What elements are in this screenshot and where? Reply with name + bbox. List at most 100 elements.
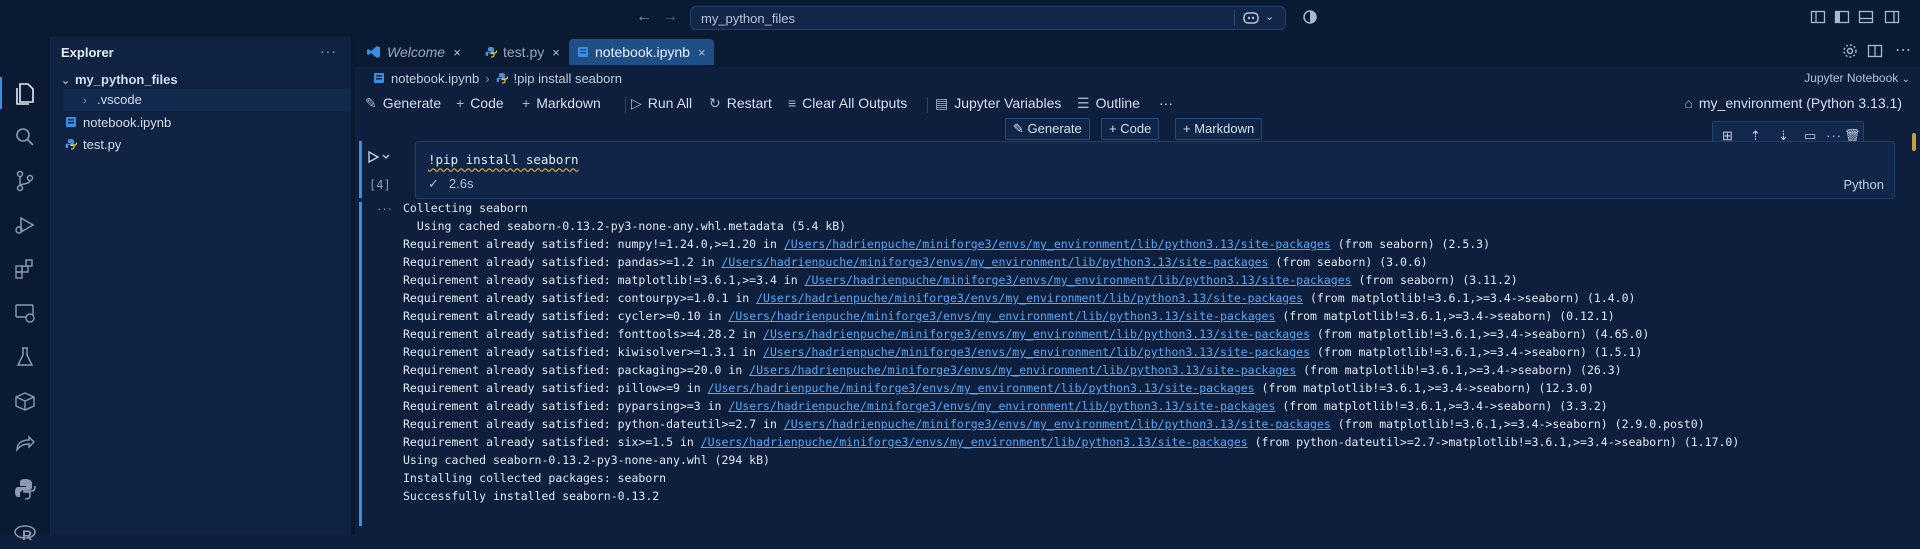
remote-explorer-icon[interactable] <box>12 300 38 326</box>
output-line: Requirement already satisfied: contourpy… <box>403 289 1903 307</box>
run-cell-icon[interactable] <box>367 150 391 164</box>
site-packages-link[interactable]: /Users/hadrienpuche/miniforge3/envs/my_e… <box>763 327 1310 341</box>
python-icon[interactable] <box>12 476 38 502</box>
tab-bar: Welcome × test.py × notebook.ipynb × ⋯ <box>355 37 1920 67</box>
plus-icon: + <box>522 95 531 111</box>
site-packages-link[interactable]: /Users/hadrienpuche/miniforge3/envs/my_e… <box>749 363 1296 377</box>
restart-button[interactable]: ↻ Restart <box>709 95 772 112</box>
search-icon[interactable] <box>12 124 38 150</box>
insert-markdown-button[interactable]: + Markdown <box>1175 118 1263 140</box>
site-packages-link[interactable]: /Users/hadrienpuche/miniforge3/envs/my_e… <box>784 417 1331 431</box>
split-editor-icon[interactable] <box>1867 43 1883 59</box>
kernel-picker[interactable]: ⌂ my_environment (Python 3.13.1) <box>1684 95 1902 111</box>
output-text: Using cached seaborn-0.13.2-py3-none-any… <box>403 453 770 467</box>
toggle-primary-sidebar-icon[interactable] <box>1834 9 1850 25</box>
source-control-icon[interactable] <box>12 168 38 194</box>
output-line: Requirement already satisfied: pyparsing… <box>403 397 1903 415</box>
generate-button[interactable]: ✎ Generate <box>365 95 441 112</box>
workspace-folder[interactable]: ⌄ my_python_files <box>61 69 178 91</box>
cell-language-button[interactable]: Python <box>1844 177 1884 192</box>
variables-button[interactable]: ▤ Jupyter Variables <box>935 95 1061 112</box>
extensions-icon[interactable] <box>12 256 38 282</box>
containers-icon[interactable] <box>12 388 38 414</box>
gear-icon[interactable] <box>1842 43 1858 59</box>
site-packages-link[interactable]: /Users/hadrienpuche/miniforge3/envs/my_e… <box>708 381 1255 395</box>
site-packages-link[interactable]: /Users/hadrienpuche/miniforge3/envs/my_e… <box>701 435 1248 449</box>
testing-icon[interactable] <box>12 344 38 370</box>
copilot-icon[interactable] <box>1243 11 1259 25</box>
output-text: Successfully installed seaborn-0.13.2 <box>403 489 660 503</box>
notebook-type-label[interactable]: Jupyter Notebook ⌄ <box>1804 71 1910 85</box>
live-share-icon[interactable] <box>12 432 38 458</box>
customize-layout-icon[interactable] <box>1810 9 1826 25</box>
code-text: !pip install seaborn <box>428 152 579 167</box>
output-text: Using cached seaborn-0.13.2-py3-none-any… <box>403 219 847 233</box>
breadcrumb-cell[interactable]: !pip install seaborn <box>514 71 622 86</box>
more-actions-icon[interactable]: ⋯ <box>1895 40 1911 60</box>
tree-item-label: .vscode <box>97 92 142 107</box>
chevron-down-icon[interactable]: ⌄ <box>1265 10 1274 23</box>
tree-item-notebook[interactable]: notebook.ipynb <box>65 112 171 134</box>
forward-arrow-icon[interactable]: → <box>662 8 678 26</box>
site-packages-link[interactable]: /Users/hadrienpuche/miniforge3/envs/my_e… <box>728 399 1275 413</box>
chevron-down-icon: ⌄ <box>1901 74 1910 85</box>
output-line: Requirement already satisfied: pillow>=9… <box>403 379 1903 397</box>
output-line: Successfully installed seaborn-0.13.2 <box>403 487 1903 505</box>
site-packages-link[interactable]: /Users/hadrienpuche/miniforge3/envs/my_e… <box>722 255 1269 269</box>
scrollbar-marker[interactable] <box>1912 133 1916 151</box>
site-packages-link[interactable]: /Users/hadrienpuche/miniforge3/envs/my_e… <box>763 345 1310 359</box>
insert-code-button[interactable]: + Code <box>1101 118 1160 140</box>
site-packages-link[interactable]: /Users/hadrienpuche/miniforge3/envs/my_e… <box>784 237 1331 251</box>
close-icon[interactable]: × <box>698 45 706 60</box>
close-icon[interactable]: × <box>552 45 560 60</box>
tree-item-test-py[interactable]: test.py <box>65 134 121 156</box>
back-arrow-icon[interactable]: ← <box>636 8 652 26</box>
cell-focus-indicator <box>359 141 362 198</box>
outline-button[interactable]: ☰ Outline <box>1077 95 1140 112</box>
tab-notebook[interactable]: notebook.ipynb × <box>569 39 714 65</box>
tab-test-py[interactable]: test.py × <box>479 39 566 65</box>
code-line[interactable]: !pip install seaborn <box>428 152 579 167</box>
add-code-button[interactable]: + Code <box>456 95 504 111</box>
breadcrumb-file[interactable]: notebook.ipynb <box>391 71 479 86</box>
activity-bar: R <box>0 37 51 543</box>
close-icon[interactable]: × <box>453 45 461 60</box>
run-debug-icon[interactable] <box>12 212 38 238</box>
site-packages-link[interactable]: /Users/hadrienpuche/miniforge3/envs/my_e… <box>756 291 1303 305</box>
kernel-label: my_environment (Python 3.13.1) <box>1698 95 1902 111</box>
r-language-icon[interactable]: R <box>12 520 38 546</box>
run-all-icon: ▷ <box>631 95 642 111</box>
output-text: Requirement already satisfied: matplotli… <box>403 273 805 287</box>
output-more-icon[interactable]: ··· <box>377 201 393 216</box>
vscode-logo-icon <box>367 46 380 58</box>
site-packages-link[interactable]: /Users/hadrienpuche/miniforge3/envs/my_e… <box>805 273 1352 287</box>
accounts-icon[interactable] <box>1302 9 1318 25</box>
toolbar-divider <box>927 97 928 113</box>
run-all-button[interactable]: ▷ Run All <box>631 95 692 112</box>
active-indicator <box>0 77 2 109</box>
explorer-icon[interactable] <box>12 80 38 106</box>
toggle-secondary-sidebar-icon[interactable] <box>1884 9 1900 25</box>
insert-generate-button[interactable]: ✎ Generate <box>1005 118 1090 140</box>
output-text: (from matplotlib!=3.6.1,>=3.4->seaborn) … <box>1303 291 1636 305</box>
clear-outputs-label: Clear All Outputs <box>802 95 908 111</box>
add-markdown-button[interactable]: + Markdown <box>522 95 601 111</box>
output-text: Requirement already satisfied: six>=1.5 … <box>403 435 701 449</box>
output-line: Using cached seaborn-0.13.2-py3-none-any… <box>403 451 1903 469</box>
output-text: Requirement already satisfied: pyparsing… <box>403 399 729 413</box>
clear-outputs-button[interactable]: ≡ Clear All Outputs <box>788 95 907 111</box>
tree-item-label: notebook.ipynb <box>83 115 172 130</box>
tree-item-vscode[interactable]: › .vscode <box>63 89 351 111</box>
site-packages-link[interactable]: /Users/hadrienpuche/miniforge3/envs/my_e… <box>728 309 1275 323</box>
output-line: Requirement already satisfied: cycler>=0… <box>403 307 1903 325</box>
toolbar-more-icon[interactable]: ··· <box>1159 95 1173 111</box>
variables-label: Jupyter Variables <box>954 95 1062 111</box>
tab-welcome[interactable]: Welcome × <box>361 39 467 65</box>
sidebar-more-icon[interactable]: ··· <box>320 43 337 59</box>
insert-code-label: Code <box>1120 121 1152 136</box>
output-line: Requirement already satisfied: pandas>=1… <box>403 253 1903 271</box>
toggle-panel-icon[interactable] <box>1858 9 1874 25</box>
command-center[interactable]: my_python_files ⌄ <box>690 6 1286 30</box>
output-text: Requirement already satisfied: fonttools… <box>403 327 764 341</box>
code-cell-editor[interactable]: !pip install seaborn ✓ 2.6s Python <box>415 141 1895 199</box>
